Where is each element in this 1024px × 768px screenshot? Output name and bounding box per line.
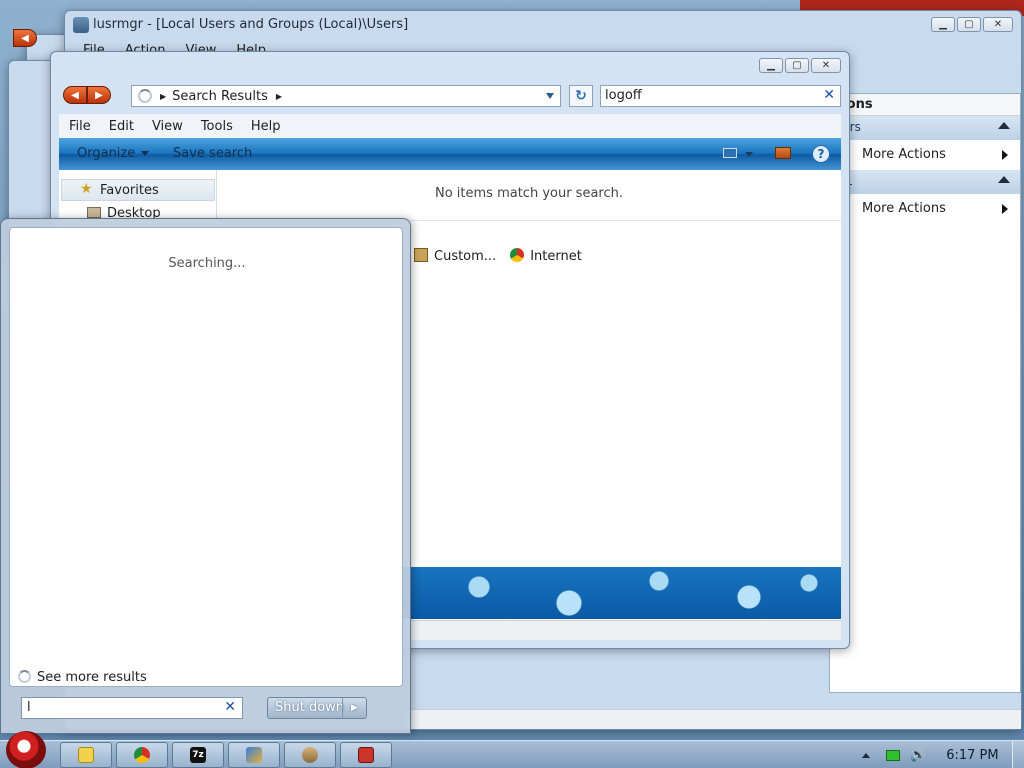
maximize-button[interactable]: ▢ — [785, 58, 809, 73]
window-title: lusrmgr - [Local Users and Groups (Local… — [93, 17, 409, 32]
clear-search-icon[interactable]: ✕ — [823, 87, 835, 103]
clock[interactable]: 6:17 PM — [946, 748, 998, 763]
maximize-button[interactable]: ▢ — [957, 17, 981, 32]
search-internet-link[interactable]: Internet — [510, 248, 582, 264]
breadcrumb-arrow-icon[interactable]: ▶ — [160, 92, 166, 101]
command-bar: Organize Save search ? — [59, 138, 841, 170]
network-icon[interactable] — [886, 749, 900, 761]
taskbar-7zip-button[interactable]: 7z — [172, 742, 224, 768]
nav-favorites-label: Favorites — [100, 183, 159, 198]
actions-pane: tions sers More Actions DL More Actions — [829, 93, 1021, 693]
nav-buttons: ◀ — [13, 29, 37, 47]
menu-edit[interactable]: Edit — [109, 119, 134, 138]
no-items-message: No items match your search. — [434, 186, 623, 201]
taskbar-users-button[interactable] — [284, 742, 336, 768]
desktop-icon — [87, 207, 101, 218]
close-button[interactable]: ✕ — [983, 17, 1013, 32]
taskbar: 7z 🔊 6:17 PM — [0, 731, 1024, 768]
app-icon — [246, 747, 262, 763]
change-view-icon[interactable] — [723, 148, 737, 158]
collapse-icon[interactable] — [998, 176, 1010, 183]
chevron-down-icon — [141, 151, 150, 156]
see-more-label: See more results — [37, 670, 147, 685]
preview-pane-icon[interactable] — [775, 147, 791, 159]
shutdown-options-arrow-icon[interactable]: ▶ — [342, 698, 366, 718]
more-actions-item[interactable]: More Actions — [830, 140, 1020, 170]
minimize-button[interactable]: ▁ — [759, 58, 783, 73]
more-actions-item[interactable]: More Actions — [830, 194, 1020, 224]
start-search-value: l — [27, 700, 31, 715]
taskbar-folder-button[interactable] — [60, 742, 112, 768]
nav-buttons: ◀ ▶ — [63, 86, 111, 104]
start-menu-results: Searching... See more results — [9, 227, 403, 687]
users-app-icon — [73, 17, 89, 33]
menu-help[interactable]: Help — [251, 119, 281, 138]
breadcrumb-search-results[interactable]: Search Results — [172, 89, 268, 104]
search-internet-label: Internet — [530, 249, 582, 264]
help-icon[interactable]: ? — [812, 145, 830, 163]
window-caption-buttons: ▁ ▢ ✕ — [759, 58, 841, 73]
archive-icon: 7z — [190, 747, 206, 763]
show-desktop-button[interactable] — [1012, 741, 1024, 768]
toolbox-icon — [358, 747, 374, 763]
loading-spinner-icon — [138, 89, 152, 103]
menu-file[interactable]: File — [69, 119, 91, 138]
organize-button[interactable]: Organize — [77, 146, 150, 161]
address-bar[interactable]: ▶ Search Results ▶ — [131, 85, 561, 107]
system-tray: 🔊 6:17 PM — [856, 741, 1024, 768]
folder-icon — [78, 747, 94, 763]
item-label: More Actions — [862, 147, 946, 162]
refresh-button[interactable]: ↻ — [569, 85, 593, 107]
submenu-arrow-icon — [1002, 204, 1008, 214]
submenu-arrow-icon — [1002, 150, 1008, 160]
search-value: logoff — [605, 88, 642, 103]
search-again-links: Custom... Internet — [414, 248, 582, 264]
menu-view[interactable]: View — [152, 119, 183, 138]
clear-search-icon[interactable]: ✕ — [224, 699, 236, 715]
view-dropdown-icon[interactable] — [745, 152, 753, 157]
status-bar — [405, 709, 1021, 729]
organize-label: Organize — [77, 146, 136, 161]
shutdown-label: Shut down — [275, 700, 345, 715]
shutdown-button[interactable]: Shut down ▶ — [267, 697, 367, 719]
close-button[interactable]: ✕ — [811, 58, 841, 73]
menu-bar: File Edit View Tools Help — [59, 114, 841, 138]
start-search-input[interactable]: l ✕ — [21, 697, 243, 719]
search-custom-label: Custom... — [434, 249, 497, 264]
save-search-button[interactable]: Save search — [173, 146, 252, 161]
forward-arrow-icon[interactable]: ▶ — [87, 86, 111, 104]
nav-favorites[interactable]: ★ Favorites — [61, 179, 215, 201]
taskbar-toolbox-button[interactable] — [340, 742, 392, 768]
actions-header: tions — [830, 94, 1020, 116]
window-caption-buttons: ▁ ▢ ✕ — [931, 17, 1013, 32]
taskbar-app-button[interactable] — [228, 742, 280, 768]
actions-section-users[interactable]: sers — [830, 116, 1020, 140]
searching-status: Searching... — [168, 256, 246, 271]
breadcrumb-arrow-icon[interactable]: ▶ — [276, 92, 282, 101]
show-hidden-icons-icon[interactable] — [862, 752, 870, 758]
see-more-results-link[interactable]: See more results — [18, 670, 147, 685]
users-icon — [302, 747, 318, 763]
search-custom-link[interactable]: Custom... — [414, 248, 496, 264]
collapse-icon[interactable] — [998, 122, 1010, 129]
taskbar-chrome-button[interactable] — [116, 742, 168, 768]
loading-spinner-icon — [18, 670, 31, 683]
item-label: More Actions — [862, 201, 946, 216]
start-menu: Searching... See more results l ✕ Shut d… — [0, 218, 411, 734]
desktop: ◀ ◀ lusrmgr - [Local Users and Groups (L… — [0, 0, 1024, 740]
menu-tools[interactable]: Tools — [201, 119, 233, 138]
chrome-icon — [134, 747, 150, 763]
actions-section-selected[interactable]: DL — [830, 170, 1020, 194]
search-input[interactable]: logoff ✕ — [600, 85, 841, 107]
back-arrow-icon[interactable]: ◀ — [13, 29, 37, 47]
chrome-icon — [510, 248, 525, 262]
back-arrow-icon[interactable]: ◀ — [63, 86, 87, 104]
address-dropdown-icon[interactable] — [546, 93, 554, 99]
custom-search-icon — [414, 248, 428, 262]
volume-icon[interactable]: 🔊 — [910, 748, 926, 763]
minimize-button[interactable]: ▁ — [931, 17, 955, 32]
star-icon: ★ — [80, 181, 93, 197]
navigation-pane: ★ Favorites Desktop — [59, 170, 217, 221]
start-button[interactable] — [6, 731, 46, 768]
